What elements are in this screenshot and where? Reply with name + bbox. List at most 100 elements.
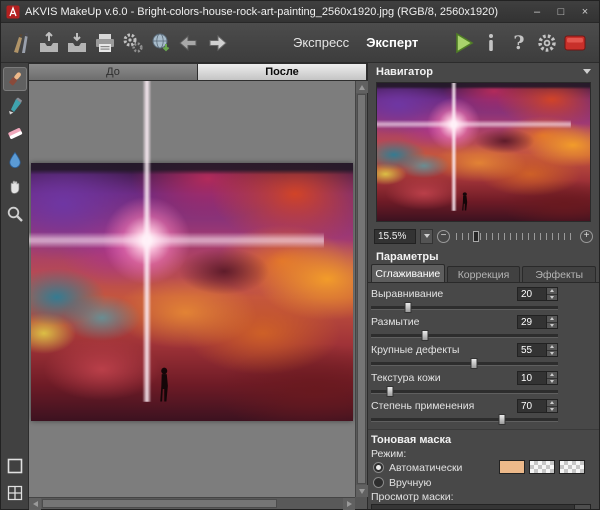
minimize-button[interactable]: –	[525, 3, 549, 21]
slider-row-effect-strength: Степень применения 70	[371, 399, 558, 425]
skin-color-swatch[interactable]	[499, 460, 525, 474]
parameters-title: Параметры	[376, 250, 439, 263]
zoom-value-input[interactable]: 15.5%	[374, 228, 416, 244]
radio-manual[interactable]	[373, 477, 384, 488]
drop-icon	[8, 151, 21, 168]
vertical-scrollbar[interactable]	[355, 81, 368, 497]
slider-handle[interactable]	[421, 330, 429, 341]
slider-value-input[interactable]: 70	[517, 399, 547, 413]
slider-track[interactable]	[371, 386, 558, 397]
maximize-button[interactable]: □	[549, 3, 573, 21]
blur-tool-button[interactable]	[3, 148, 27, 172]
transparent-swatch-2[interactable]	[559, 460, 585, 474]
panel-toggle-button[interactable]	[561, 28, 589, 58]
history-brush-tool-button[interactable]	[3, 94, 27, 118]
mask-preview-dropdown[interactable]: Отключить	[371, 504, 591, 509]
slider-handle[interactable]	[386, 386, 394, 397]
scroll-right-button[interactable]	[343, 498, 355, 510]
zoom-out-button[interactable]: −	[437, 229, 450, 243]
scrollbar-corner	[355, 497, 367, 509]
slider-value-input[interactable]: 20	[517, 287, 547, 301]
healing-tool-button[interactable]	[2, 67, 27, 91]
radio-manual-label: Вручную	[389, 476, 432, 489]
spinner-down-icon[interactable]	[547, 321, 557, 328]
preferences-button[interactable]	[533, 28, 561, 58]
about-button[interactable]	[477, 28, 505, 58]
tab-effects[interactable]: Эффекты	[522, 266, 597, 282]
slider-handle[interactable]	[404, 302, 412, 313]
eraser-tool-button[interactable]	[3, 121, 27, 145]
slider-label: Текстура кожи	[371, 372, 441, 384]
value-spinner[interactable]	[547, 315, 558, 329]
undo-button[interactable]	[175, 28, 203, 58]
scroll-left-button[interactable]	[29, 498, 41, 510]
horizontal-scrollbar[interactable]	[29, 497, 355, 510]
slider-row-large-defects: Крупные дефекты 55	[371, 343, 558, 369]
slider-track[interactable]	[371, 302, 558, 313]
mode-express[interactable]: Экспресс	[293, 35, 349, 50]
globe-download-icon	[152, 33, 170, 51]
radio-row-automatic: Автоматически	[371, 460, 591, 475]
figure-silhouette	[159, 367, 168, 402]
radio-automatic-label: Автоматически	[389, 461, 463, 474]
vertical-scroll-thumb[interactable]	[357, 94, 366, 484]
slider-value-input[interactable]: 55	[517, 343, 547, 357]
radio-row-manual: Вручную	[371, 475, 591, 490]
download-button[interactable]	[147, 28, 175, 58]
scroll-down-button[interactable]	[356, 485, 368, 497]
value-spinner[interactable]	[547, 343, 558, 357]
zoom-tool-button[interactable]	[3, 202, 27, 226]
tab-smoothing[interactable]: Сглаживание	[371, 264, 445, 282]
redo-button[interactable]	[203, 28, 231, 58]
zoom-slider-handle[interactable]	[472, 230, 479, 242]
window-controls: – □ ×	[525, 3, 597, 21]
slider-track[interactable]	[371, 414, 558, 425]
slider-handle[interactable]	[498, 414, 506, 425]
grid-button[interactable]	[3, 481, 27, 505]
open-icon	[40, 31, 58, 52]
save-image-button[interactable]	[63, 28, 91, 58]
slider-value-input[interactable]: 29	[517, 315, 547, 329]
zoom-in-button[interactable]: +	[580, 229, 593, 243]
hand-tool-button[interactable]	[3, 175, 27, 199]
slider-track[interactable]	[371, 330, 558, 341]
close-button[interactable]: ×	[573, 3, 597, 21]
image-canvas[interactable]	[29, 81, 355, 497]
navigator-thumbnail[interactable]	[376, 82, 591, 222]
zoom-value: 15.5%	[378, 230, 407, 242]
tab-after[interactable]: После	[198, 63, 367, 81]
spinner-down-icon[interactable]	[547, 349, 557, 356]
tab-before[interactable]: До	[29, 63, 198, 81]
settings-panel: Навигатор 15.5% − + Параметры Сглаживани…	[367, 63, 599, 509]
run-button[interactable]	[449, 28, 477, 58]
star-rays	[377, 83, 571, 211]
tab-correction[interactable]: Коррекция	[446, 266, 521, 282]
value-spinner[interactable]	[547, 399, 558, 413]
open-image-button[interactable]	[35, 28, 63, 58]
print-button[interactable]	[91, 28, 119, 58]
canvas-area	[29, 81, 368, 510]
spinner-down-icon[interactable]	[547, 293, 557, 300]
collapse-icon[interactable]	[583, 69, 591, 74]
zoom-slider[interactable]	[456, 229, 574, 243]
scroll-up-button[interactable]	[356, 81, 368, 93]
preview-window-button[interactable]	[3, 454, 27, 478]
mode-expert[interactable]: Эксперт	[366, 35, 418, 50]
zoom-dropdown-button[interactable]	[420, 228, 433, 244]
play-icon	[456, 32, 474, 53]
akvis-logo-button[interactable]	[7, 28, 35, 58]
radio-automatic[interactable]	[373, 462, 384, 473]
spinner-down-icon[interactable]	[547, 405, 557, 412]
value-spinner[interactable]	[547, 287, 558, 301]
dropdown-arrow-button[interactable]	[574, 505, 590, 509]
parameter-tabs: Сглаживание Коррекция Эффекты	[368, 264, 599, 283]
horizontal-scroll-thumb[interactable]	[42, 499, 277, 508]
help-button[interactable]: ?	[505, 28, 533, 58]
slider-handle[interactable]	[470, 358, 478, 369]
slider-value-input[interactable]: 10	[517, 371, 547, 385]
value-spinner[interactable]	[547, 371, 558, 385]
spinner-down-icon[interactable]	[547, 377, 557, 384]
transparent-swatch-1[interactable]	[529, 460, 555, 474]
slider-track[interactable]	[371, 358, 558, 369]
share-button[interactable]	[119, 28, 147, 58]
